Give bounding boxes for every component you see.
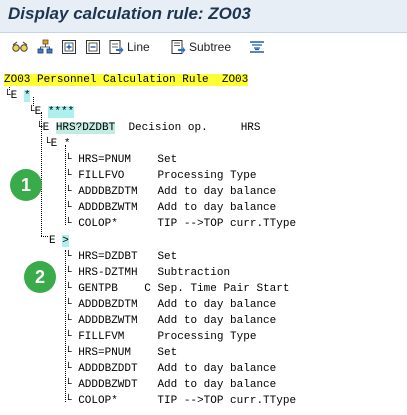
operation-description: Set	[157, 347, 178, 359]
operation-description: Set	[157, 251, 178, 263]
operation-description: TIP -->TOP curr.TType	[157, 218, 297, 230]
operation-description: Processing Type	[157, 170, 257, 182]
subtree-button-label: Subtree	[189, 40, 232, 54]
tree-row[interactable]: └ ADDDBZDTM Add to day balance	[65, 298, 276, 313]
align-button[interactable]	[248, 38, 266, 56]
operation-code: COLOP*	[78, 218, 118, 230]
tree-row[interactable]: └ COLOP* TIP -->TOP curr.TType	[65, 217, 296, 232]
display-button[interactable]	[11, 38, 29, 56]
collapse-icon	[85, 39, 101, 55]
window-title: Display calculation rule: ZO03	[8, 4, 251, 23]
operation-description: Sep. Time Pair Start	[157, 283, 290, 295]
rule-tree: ZO03 Personnel Calculation Rule ZO03 └E …	[0, 66, 407, 415]
tree-node-branch2[interactable]: E >	[49, 234, 69, 249]
collapse-button[interactable]	[85, 38, 101, 56]
operation-description: Add to day balance	[157, 186, 277, 198]
operation-description: Add to day balance	[157, 363, 277, 375]
operation-code: ADDDBZWTM	[78, 315, 138, 327]
tree-node-decision[interactable]: └E HRS?DZDBT Decision op. HRS	[36, 121, 261, 136]
operation-code: ADDDBZDDT	[78, 363, 138, 375]
tree-row[interactable]: └ HRS=DZDBT Set	[65, 250, 177, 265]
line-button-label: Line	[127, 40, 150, 54]
title-bar: Display calculation rule: ZO03	[0, 0, 407, 33]
operation-code: COLOP*	[78, 395, 118, 407]
tree-row[interactable]: └ HRS-DZTMH Subtraction	[65, 266, 230, 281]
operation-description: Set	[157, 154, 178, 166]
operation-description: TIP -->TOP curr.TType	[157, 395, 297, 407]
operation-code: ADDDBZWDT	[78, 379, 138, 391]
node-value: ****	[47, 106, 75, 118]
tree-root[interactable]: ZO03 Personnel Calculation Rule ZO03	[4, 73, 249, 88]
glasses-icon	[11, 39, 29, 55]
decision-argument: HRS	[240, 122, 261, 134]
operation-description: Add to day balance	[157, 299, 277, 311]
operation-code: HRS-DZTMH	[78, 267, 138, 279]
tree-row[interactable]: └ ADDDBZDTM Add to day balance	[65, 185, 276, 200]
rule-description: Personnel Calculation Rule	[37, 74, 209, 86]
operation-code: ADDDBZDTM	[78, 186, 138, 198]
expand-marker: E	[34, 106, 42, 118]
operation-description: Add to day balance	[157, 379, 277, 391]
operation-description: Subtraction	[157, 267, 231, 279]
tree-row[interactable]: └ COLOP* TIP -->TOP curr.TType	[65, 394, 296, 409]
operation-flag: C	[144, 283, 151, 295]
operation-code: FILLFVM	[78, 331, 125, 343]
tree-row[interactable]: └ ADDDBZWDT Add to day balance	[65, 378, 276, 393]
line-icon	[108, 39, 124, 55]
decision-description: Decision op.	[128, 122, 208, 134]
operation-code: ADDDBZDTM	[78, 299, 138, 311]
operation-code: FILLFVO	[78, 170, 125, 182]
tree-row[interactable]: └ ADDDBZWTM Add to day balance	[65, 314, 276, 329]
tree-row[interactable]: └ GENTPB C Sep. Time Pair Start	[65, 282, 289, 297]
tree-row[interactable]: └ FILLFVM Processing Type	[65, 330, 256, 345]
tree-node-level2[interactable]: └E ****	[28, 105, 75, 120]
subtree-button[interactable]: Subtree	[170, 38, 231, 56]
operation-code: GENTPB	[78, 283, 118, 295]
tree-row[interactable]: └ HRS=PNUM Set	[65, 153, 177, 168]
rule-code: ZO03	[4, 74, 31, 86]
operation-description: Add to day balance	[157, 315, 277, 327]
operation-code: HRS=PNUM	[78, 347, 132, 359]
operation-description: Add to day balance	[157, 202, 277, 214]
tree-row[interactable]: └ HRS=PNUM Set	[65, 346, 177, 361]
operation-code: HRS=DZDBT	[78, 251, 138, 263]
tree-row[interactable]: └ ADDDBZWTM Add to day balance	[65, 201, 276, 216]
rule-name: ZO03	[221, 74, 249, 86]
expand-marker: E	[42, 122, 50, 134]
expand-marker: E	[10, 90, 18, 102]
line-button[interactable]: Line	[108, 38, 150, 56]
operation-description: Processing Type	[157, 331, 257, 343]
step-badge-1: 1	[10, 169, 42, 201]
operation-code: HRS=PNUM	[78, 154, 132, 166]
step-badge-2: 2	[24, 261, 56, 293]
expand-button[interactable]	[61, 38, 77, 56]
expand-icon	[61, 39, 77, 55]
expand-marker: E	[49, 235, 56, 247]
node-value: *	[23, 90, 31, 102]
expand-marker: E	[50, 138, 58, 150]
subtree-icon	[170, 39, 186, 55]
align-icon	[248, 39, 266, 55]
hierarchy-icon	[36, 39, 54, 55]
tree-node-level1[interactable]: └E *	[4, 89, 31, 104]
tree-node-branch1[interactable]: └E *	[44, 137, 70, 152]
branch-value: *	[63, 138, 71, 150]
operation-code: ADDDBZWTM	[78, 202, 138, 214]
branch-value: >	[62, 235, 69, 247]
tree-row[interactable]: └ ADDDBZDDT Add to day balance	[65, 362, 276, 377]
tree-row[interactable]: └ FILLFVO Processing Type	[65, 169, 256, 184]
decision-operation: HRS?DZDBT	[55, 122, 116, 134]
tree-connector	[41, 236, 48, 237]
hierarchy-button[interactable]	[36, 38, 54, 56]
toolbar: Line Subtree	[0, 33, 407, 61]
